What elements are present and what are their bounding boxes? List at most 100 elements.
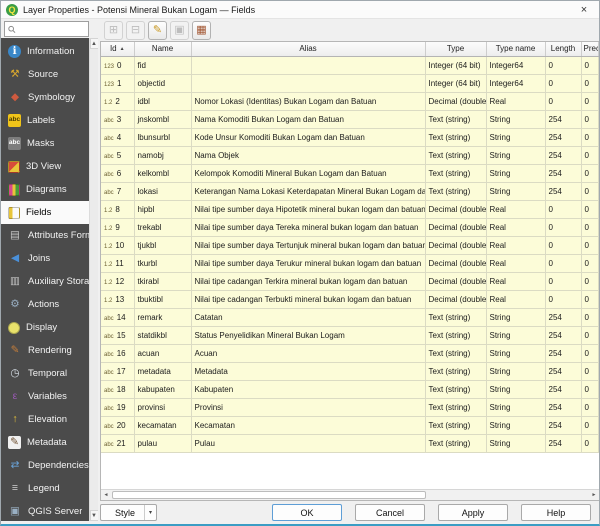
cell-type-name[interactable]: String — [486, 344, 545, 362]
cell-id[interactable]: 1231 — [101, 74, 134, 92]
cell-type[interactable]: Decimal (double) — [425, 290, 486, 308]
cell-precision[interactable]: 0 — [581, 344, 599, 362]
cell-name[interactable]: tkurbl — [134, 254, 191, 272]
cell-type[interactable]: Decimal (double) — [425, 200, 486, 218]
cell-precision[interactable]: 0 — [581, 200, 599, 218]
cell-type[interactable]: Text (string) — [425, 326, 486, 344]
cell-id[interactable]: 1.213 — [101, 290, 134, 308]
sidebar-item-metadata[interactable]: ✎ Metadata — [1, 431, 89, 454]
cell-type-name[interactable]: String — [486, 398, 545, 416]
sidebar-item-display[interactable]: Display — [1, 316, 89, 339]
cell-type[interactable]: Integer (64 bit) — [425, 74, 486, 92]
cell-id[interactable]: abc20 — [101, 416, 134, 434]
cell-name[interactable]: acuan — [134, 344, 191, 362]
sidebar-item-rendering[interactable]: ✎ Rendering — [1, 339, 89, 362]
cell-alias[interactable]: Provinsi — [191, 398, 425, 416]
cell-length[interactable]: 254 — [545, 308, 581, 326]
cell-name[interactable]: kelkombl — [134, 164, 191, 182]
field-row[interactable]: 1.213 tbuktibl Nilai tipe cadangan Terbu… — [101, 290, 599, 308]
new-field-button[interactable]: ⊞ — [104, 21, 123, 40]
sidebar-item-dependencies[interactable]: ⇄ Dependencies — [1, 454, 89, 477]
cell-length[interactable]: 254 — [545, 182, 581, 200]
cell-id[interactable]: abc18 — [101, 380, 134, 398]
cell-type[interactable]: Text (string) — [425, 398, 486, 416]
cell-id[interactable]: abc14 — [101, 308, 134, 326]
cell-length[interactable]: 254 — [545, 110, 581, 128]
column-header-precision[interactable]: Precision — [581, 42, 599, 56]
cell-precision[interactable]: 0 — [581, 110, 599, 128]
cell-precision[interactable]: 0 — [581, 380, 599, 398]
sidebar-item-3d-view[interactable]: 3D View — [1, 155, 89, 178]
cell-type-name[interactable]: Real — [486, 254, 545, 272]
sidebar-item-joins[interactable]: ◀ Joins — [1, 247, 89, 270]
cell-alias[interactable]: Nilai tipe sumber daya Tereka mineral bu… — [191, 218, 425, 236]
cell-type-name[interactable]: Real — [486, 200, 545, 218]
cell-alias[interactable]: Nilai tipe sumber daya Hipotetik mineral… — [191, 200, 425, 218]
cell-alias[interactable]: Nilai tipe sumber daya Terukur mineral b… — [191, 254, 425, 272]
field-row[interactable]: abc15 statdikbl Status Penyelidikan Mine… — [101, 326, 599, 344]
cell-alias[interactable]: Nama Komoditi Bukan Logam dan Batuan — [191, 110, 425, 128]
cell-alias[interactable]: Keterangan Nama Lokasi Keterdapatan Mine… — [191, 182, 425, 200]
cell-type[interactable]: Text (string) — [425, 164, 486, 182]
cell-alias[interactable]: Status Penyelidikan Mineral Bukan Logam — [191, 326, 425, 344]
cell-length[interactable]: 254 — [545, 380, 581, 398]
cell-type-name[interactable]: String — [486, 164, 545, 182]
cell-type-name[interactable]: Real — [486, 290, 545, 308]
cell-type[interactable]: Text (string) — [425, 128, 486, 146]
cell-name[interactable]: kecamatan — [134, 416, 191, 434]
cell-type-name[interactable]: String — [486, 308, 545, 326]
cell-type-name[interactable]: Integer64 — [486, 74, 545, 92]
column-header-type-name[interactable]: Type name — [486, 42, 545, 56]
field-row[interactable]: abc16 acuan Acuan Text (string) String 2… — [101, 344, 599, 362]
cell-alias[interactable]: Nilai tipe cadangan Terkira mineral buka… — [191, 272, 425, 290]
sidebar-item-masks[interactable]: abc Masks — [1, 132, 89, 155]
cell-length[interactable]: 254 — [545, 164, 581, 182]
cell-name[interactable]: metadata — [134, 362, 191, 380]
cell-id[interactable]: abc3 — [101, 110, 134, 128]
cell-name[interactable]: tjukbl — [134, 236, 191, 254]
help-button[interactable]: Help — [521, 504, 591, 521]
cell-precision[interactable]: 0 — [581, 290, 599, 308]
field-row[interactable]: 1230 fid Integer (64 bit) Integer64 0 0 — [101, 56, 599, 74]
cell-alias[interactable]: Nilai tipe cadangan Terbukti mineral buk… — [191, 290, 425, 308]
cell-length[interactable]: 0 — [545, 92, 581, 110]
cell-precision[interactable]: 0 — [581, 182, 599, 200]
cell-type-name[interactable]: String — [486, 146, 545, 164]
cell-alias[interactable]: Nama Objek — [191, 146, 425, 164]
cell-name[interactable]: trekabl — [134, 218, 191, 236]
cell-type[interactable]: Text (string) — [425, 434, 486, 452]
cell-type[interactable]: Text (string) — [425, 416, 486, 434]
cell-name[interactable]: hipbl — [134, 200, 191, 218]
cell-precision[interactable]: 0 — [581, 146, 599, 164]
cell-id[interactable]: abc16 — [101, 344, 134, 362]
cell-id[interactable]: 1230 — [101, 56, 134, 74]
cell-type-name[interactable]: Real — [486, 236, 545, 254]
sidebar-item-source[interactable]: ⚒ Source — [1, 63, 89, 86]
cell-precision[interactable]: 0 — [581, 236, 599, 254]
cell-name[interactable]: idbl — [134, 92, 191, 110]
cell-precision[interactable]: 0 — [581, 74, 599, 92]
cell-alias[interactable] — [191, 56, 425, 74]
cell-type[interactable]: Decimal (double) — [425, 236, 486, 254]
save-edits-button[interactable]: ▣ — [170, 21, 189, 40]
field-row[interactable]: abc20 kecamatan Kecamatan Text (string) … — [101, 416, 599, 434]
cell-length[interactable]: 254 — [545, 326, 581, 344]
sidebar-scrollbar[interactable]: ▲ ▼ — [89, 38, 98, 521]
cell-id[interactable]: abc7 — [101, 182, 134, 200]
cell-type-name[interactable]: String — [486, 362, 545, 380]
cell-length[interactable]: 0 — [545, 272, 581, 290]
cell-length[interactable]: 254 — [545, 344, 581, 362]
column-header-length[interactable]: Length — [545, 42, 581, 56]
cell-precision[interactable]: 0 — [581, 272, 599, 290]
field-row[interactable]: 1.22 idbl Nomor Lokasi (Identitas) Bukan… — [101, 92, 599, 110]
sidebar-item-actions[interactable]: ⚙ Actions — [1, 293, 89, 316]
cell-id[interactable]: abc19 — [101, 398, 134, 416]
cell-id[interactable]: abc6 — [101, 164, 134, 182]
style-button[interactable]: Style ▾ — [100, 504, 157, 521]
column-header-alias[interactable]: Alias — [191, 42, 425, 56]
field-row[interactable]: 1.212 tkirabl Nilai tipe cadangan Terkir… — [101, 272, 599, 290]
cell-type-name[interactable]: String — [486, 434, 545, 452]
sidebar-item-fields[interactable]: Fields — [1, 201, 89, 224]
horizontal-scrollbar[interactable]: ◄ ► — [101, 489, 599, 500]
cell-precision[interactable]: 0 — [581, 398, 599, 416]
